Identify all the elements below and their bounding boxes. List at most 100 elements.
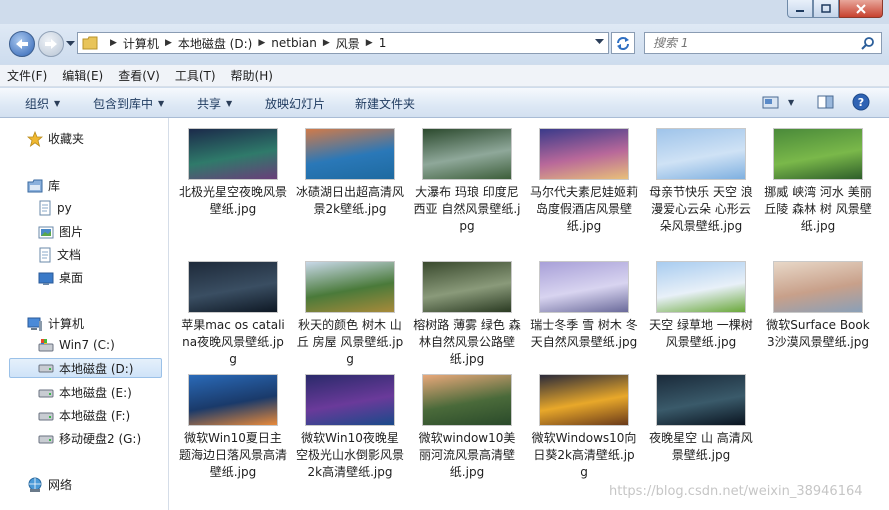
include-in-library-button[interactable]: 包含到库中 ▼ [93,95,164,112]
refresh-button[interactable] [611,32,635,54]
file-item[interactable]: 北极光星空夜晚风景壁纸.jpg [179,128,287,218]
file-item[interactable]: 秋天的颜色 树木 山丘 房屋 风景壁纸.jpg [296,261,404,368]
nav-lib-documents[interactable]: 文档 [38,246,81,263]
file-item[interactable]: 母亲节快乐 天空 浪漫爱心云朵 心形云朵风景壁纸.jpg [647,128,755,235]
explorer-window: ▶ 计算机 ▶ 本地磁盘 (D:) ▶ netbian ▶ 风景 ▶ 1 搜索 … [0,0,889,510]
nav-lib-pictures[interactable]: 图片 [38,223,83,240]
file-item[interactable]: 微软Win10夜晚星空极光山水倒影风景2k高清壁纸.jpg [296,374,404,481]
nav-drive-e[interactable]: 本地磁盘 (E:) [38,384,132,401]
history-dropdown-icon[interactable] [66,41,75,47]
file-item[interactable]: 苹果mac os catalina夜晚风景壁纸.jpg [179,261,287,368]
document-library-icon [39,200,51,216]
file-item[interactable]: 微软window10美丽河流风景高清壁纸.jpg [413,374,521,481]
slideshow-button[interactable]: 放映幻灯片 [265,95,325,112]
address-dropdown-icon[interactable] [595,38,604,46]
search-icon[interactable] [861,36,875,50]
file-name: 北极光星空夜晚风景壁纸.jpg [179,185,288,216]
network-icon [28,477,42,492]
image-thumbnail [773,128,863,180]
file-item[interactable]: 挪威 峡湾 河水 美丽 丘陵 森林 树 风景壁纸.jpg [764,128,872,235]
menu-bar: 文件(F) 编辑(E) 查看(V) 工具(T) 帮助(H) [0,65,889,87]
nav-libraries[interactable]: 库 [27,177,60,194]
hard-drive-icon [38,364,54,373]
nav-network[interactable]: 网络 [27,476,72,493]
nav-favorites[interactable]: 收藏夹 [27,130,84,147]
maximize-icon [821,3,831,13]
file-item[interactable]: 冰碛湖日出超高清风景2k壁纸.jpg [296,128,404,218]
computer-icon [27,317,42,331]
breadcrumb-item-computer[interactable]: 计算机 [123,35,159,52]
file-item[interactable]: 夜晚星空 山 高清风景壁纸.jpg [647,374,755,464]
back-button[interactable] [9,31,35,57]
breadcrumb-item-drive-d[interactable]: 本地磁盘 (D:) [178,35,252,52]
breadcrumb-item-1[interactable]: 1 [379,36,387,50]
menu-help[interactable]: 帮助(H) [231,67,273,84]
nav-drive-c-label: Win7 (C:) [59,338,115,352]
file-name: 苹果mac os catalina夜晚风景壁纸.jpg [181,318,285,366]
image-thumbnail [773,261,863,313]
address-row: ▶ 计算机 ▶ 本地磁盘 (D:) ▶ netbian ▶ 风景 ▶ 1 [0,24,889,64]
new-folder-label: 新建文件夹 [355,97,416,111]
organize-button[interactable]: 组织 ▼ [25,95,60,112]
file-name: 瑞士冬季 雪 树木 冬天自然风景壁纸.jpg [530,318,638,349]
file-name: 天空 绿草地 一棵树风景壁纸.jpg [649,318,753,349]
documents-icon [39,247,51,262]
file-item[interactable]: 天空 绿草地 一棵树风景壁纸.jpg [647,261,755,351]
nav-libraries-label: 库 [48,179,61,193]
menu-tools[interactable]: 工具(T) [175,67,216,84]
image-thumbnail [656,374,746,426]
address-bar[interactable]: ▶ 计算机 ▶ 本地磁盘 (D:) ▶ netbian ▶ 风景 ▶ 1 [77,32,609,54]
nav-drive-c[interactable]: Win7 (C:) [38,338,115,352]
nav-lib-py[interactable]: py [38,200,72,216]
image-thumbnail [305,261,395,313]
preview-pane-icon[interactable] [817,94,835,110]
nav-lib-pictures-label: 图片 [59,225,84,239]
share-label: 共享 [197,97,222,111]
file-name: 马尔代夫素尼娃姬莉岛度假酒店风景壁纸.jpg [530,185,639,233]
nav-computer[interactable]: 计算机 [27,315,84,332]
file-name: 母亲节快乐 天空 浪漫爱心云朵 心形云朵风景壁纸.jpg [649,185,753,233]
share-button[interactable]: 共享 ▼ [197,95,232,112]
file-item[interactable]: 微软Win10夏日主题海边日落风景高清壁纸.jpg [179,374,287,481]
menu-edit[interactable]: 编辑(E) [62,67,103,84]
breadcrumb-separator-icon[interactable]: ▶ [165,38,172,48]
file-item[interactable]: 微软Windows10向日葵2k高清壁纸.jpg [530,374,638,481]
pictures-icon [38,226,54,238]
change-view-icon[interactable] [762,94,780,110]
breadcrumb-separator-icon[interactable]: ▶ [323,38,330,48]
watermark-text: https://blog.csdn.net/weixin_38946164 [609,484,863,499]
search-box[interactable] [644,32,882,54]
file-item[interactable]: 榕树路 薄雾 绿色 森林自然风景公路壁纸.jpg [413,261,521,368]
new-folder-button[interactable]: 新建文件夹 [355,95,415,112]
close-icon [856,3,866,14]
file-item[interactable]: 马尔代夫素尼娃姬莉岛度假酒店风景壁纸.jpg [530,128,638,235]
file-item[interactable]: 瑞士冬季 雪 树木 冬天自然风景壁纸.jpg [530,261,638,351]
menu-view[interactable]: 查看(V) [118,67,160,84]
include-label: 包含到库中 [93,97,154,111]
nav-drive-f[interactable]: 本地磁盘 (F:) [38,407,130,424]
view-options-icon[interactable]: ▼ [788,98,794,107]
breadcrumb-separator-icon[interactable]: ▶ [110,38,117,48]
maximize-button[interactable] [813,0,839,18]
command-bar: 组织 ▼ 包含到库中 ▼ 共享 ▼ 放映幻灯片 新建文件夹 ▼ ? [0,88,889,118]
nav-drive-d-label: 本地磁盘 (D:) [59,361,134,376]
file-name: 秋天的颜色 树木 山丘 房屋 风景壁纸.jpg [296,318,404,366]
menu-file[interactable]: 文件(F) [7,67,47,84]
breadcrumb-separator-icon[interactable]: ▶ [258,38,265,48]
refresh-icon [617,37,629,50]
help-icon[interactable]: ? [852,93,870,111]
file-item[interactable]: 大瀑布 玛琅 印度尼西亚 自然风景壁纸.jpg [413,128,521,235]
file-item[interactable]: 微软Surface Book 3沙漠风景壁纸.jpg [764,261,872,351]
close-button[interactable] [839,0,883,18]
breadcrumb-separator-icon[interactable]: ▶ [366,38,373,48]
nav-drive-d[interactable]: 本地磁盘 (D:) [9,358,162,378]
chevron-down-icon: ▼ [158,99,165,108]
breadcrumb-item-netbian[interactable]: netbian [271,36,317,50]
minimize-button[interactable] [787,0,813,18]
search-input[interactable] [651,35,855,51]
breadcrumb-item-scenery[interactable]: 风景 [336,35,360,52]
nav-drive-g[interactable]: 移动硬盘2 (G:) [38,430,141,447]
file-name: 微软Win10夜晚星空极光山水倒影风景2k高清壁纸.jpg [296,431,405,479]
nav-lib-desktop[interactable]: 桌面 [38,269,83,286]
forward-button[interactable] [38,31,64,57]
